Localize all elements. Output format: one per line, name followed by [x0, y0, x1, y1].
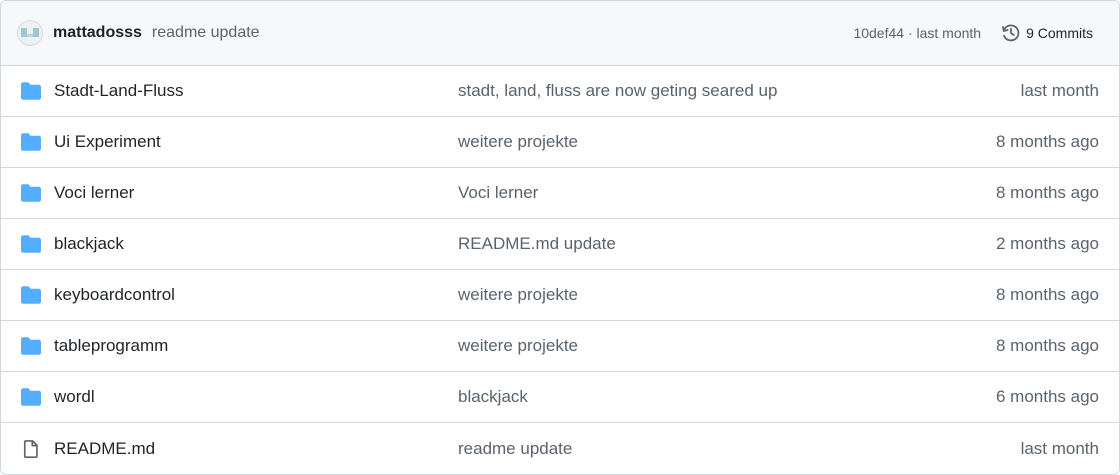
commit-message-link[interactable]: weitere projekte	[458, 285, 996, 305]
commit-message-link[interactable]: readme update	[458, 439, 1021, 459]
file-name-link[interactable]: Ui Experiment	[54, 132, 458, 152]
history-icon	[1002, 24, 1020, 42]
latest-commit-message[interactable]: readme update	[152, 24, 260, 42]
commit-message-link[interactable]: weitere projekte	[458, 132, 996, 152]
file-list-box: mattadosss readme update 10def44 · last …	[0, 0, 1120, 475]
identicon-avatar[interactable]	[17, 20, 43, 46]
file-row[interactable]: Stadt-Land-Fluss stadt, land, fluss are n…	[1, 66, 1119, 117]
file-list: Stadt-Land-Fluss stadt, land, fluss are n…	[1, 66, 1119, 474]
file-row[interactable]: Voci lerner Voci lerner 8 months ago	[1, 168, 1119, 219]
commit-date: 6 months ago	[995, 387, 1099, 406]
file-name-link[interactable]: wordl	[54, 387, 458, 407]
commit-author-link[interactable]: mattadosss	[53, 24, 142, 42]
commit-date: last month	[1020, 438, 1099, 458]
folder-icon	[21, 285, 43, 305]
commit-sha-and-time[interactable]: 10def44 · last month	[853, 25, 981, 41]
file-row[interactable]: keyboardcontrol weitere projekte 8 months …	[1, 270, 1119, 321]
file-name-link[interactable]: Voci lerner	[54, 183, 458, 203]
commit-message-link[interactable]: Voci lerner	[458, 183, 996, 203]
commit-message-link[interactable]: README.md update	[458, 234, 996, 254]
commit-date: 2 months ago	[995, 234, 1099, 253]
folder-icon	[21, 81, 43, 101]
file-row[interactable]: blackjack README.md update 2 months ago	[1, 219, 1119, 270]
commits-count-label: 9 Commits	[1026, 25, 1093, 41]
commit-date: 8 months ago	[995, 183, 1099, 202]
folder-icon	[21, 234, 43, 254]
file-name-link[interactable]: blackjack	[54, 234, 458, 254]
commit-date: 8 months ago	[995, 285, 1099, 304]
folder-icon	[21, 183, 43, 203]
folder-icon	[21, 336, 43, 356]
file-name-link[interactable]: tableprogramm	[54, 336, 458, 356]
folder-icon	[21, 132, 43, 152]
folder-icon	[21, 387, 43, 407]
file-row[interactable]: Ui Experiment weitere projekte 8 months ag…	[1, 117, 1119, 168]
file-name-link[interactable]: Stadt-Land-Fluss	[54, 81, 458, 101]
file-name-link[interactable]: README.md	[54, 439, 458, 459]
file-name-link[interactable]: keyboardcontrol	[54, 285, 458, 305]
commit-date: 8 months ago	[995, 132, 1099, 151]
commit-date: 8 months ago	[995, 336, 1099, 355]
commit-message-link[interactable]: weitere projekte	[458, 336, 996, 356]
commit-message-link[interactable]: stadt, land, fluss are now geting seared…	[458, 81, 1021, 101]
file-row[interactable]: tableprogramm weitere projekte 8 months ag…	[1, 321, 1119, 372]
file-row[interactable]: README.md readme update last month	[1, 423, 1119, 474]
commit-message-link[interactable]: blackjack	[458, 387, 996, 407]
file-icon	[21, 439, 43, 459]
file-row[interactable]: wordl blackjack 6 months ago	[1, 372, 1119, 423]
latest-commit-header: mattadosss readme update 10def44 · last …	[1, 1, 1119, 66]
commit-date: last month	[1020, 81, 1099, 100]
commits-history-link[interactable]: 9 Commits	[1001, 23, 1093, 43]
